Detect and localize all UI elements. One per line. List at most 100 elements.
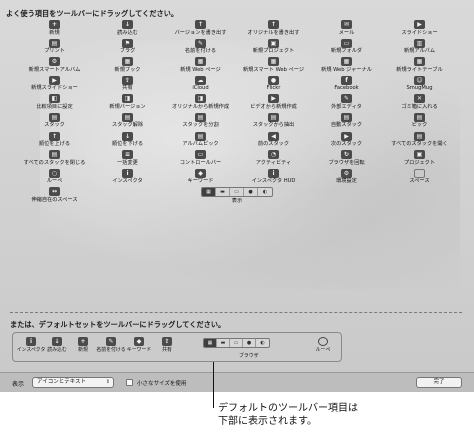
flickr-icon: ● — [268, 75, 279, 85]
split-view-icon[interactable]: ▭ — [230, 188, 244, 197]
toolbar-item[interactable]: ◀ 前のスタック — [237, 131, 310, 151]
toolbar-item[interactable]: ✕ ゴミ箱に入れる — [383, 94, 456, 113]
toolbar-item[interactable]: ▤ スタックから抽出 — [237, 112, 310, 132]
toolbar-item[interactable]: i インスペクタ HUD — [237, 168, 310, 188]
toolbar-item-label: 前のスタック — [257, 141, 290, 148]
faces-icon[interactable]: ● — [244, 188, 258, 197]
toolbar-item[interactable]: f Facebook — [310, 75, 383, 95]
toolbar-item[interactable]: ✉ メール — [310, 20, 383, 39]
toolbar-item[interactable]: ▦ 新規 Web ページ — [164, 57, 237, 76]
toolbar-item[interactable]: ◆ キーワード — [164, 168, 237, 188]
toolbar-item-label: 新規 Web ページ — [180, 66, 221, 73]
toolbar-item[interactable]: ▤ スタックを分割 — [164, 112, 237, 132]
toolbar-item[interactable]: ▭ コントロールバー — [164, 150, 237, 169]
toolbar-item[interactable]: ↓ 読み込む — [91, 20, 164, 39]
toolbar-item-label: オリジナルから新規作成 — [171, 103, 230, 110]
toolbar-item-label: ルーペ — [46, 178, 63, 185]
toolbar-item[interactable]: ◧ 比較項目に設定 — [18, 94, 91, 113]
toolbar-item[interactable]: ◨ オリジナルから新規作成 — [164, 94, 237, 113]
extract-stack-icon: ▤ — [268, 112, 279, 122]
view-segmented-control[interactable]: ▦ ▬ ▭ ● ◐ — [201, 187, 273, 198]
toolbar-item[interactable]: ↓ 順位を下げる — [91, 131, 164, 151]
export-version-icon: ↑ — [195, 20, 206, 29]
toolbar-item[interactable]: ⚙ 新規スマートアルバム — [18, 57, 91, 76]
split-view-icon: ▭ — [230, 339, 243, 347]
default-toolbar-item-label: インスペクタ — [16, 347, 46, 353]
places-icon[interactable]: ◐ — [258, 188, 272, 196]
toolbar-item[interactable]: ▤ アルバムピック — [164, 131, 237, 151]
toolbar-item-label: インスペクタ HUD — [251, 178, 296, 185]
inspector-hud-icon: i — [268, 168, 279, 178]
new-web-page-icon: ▦ — [195, 57, 206, 67]
toolbar-item-label: iCloud — [192, 85, 209, 92]
toolbar-item-label: アクティビティ — [255, 159, 292, 166]
toolbar-item[interactable]: ☁ iCloud — [164, 75, 237, 95]
default-toolbar-set[interactable]: i インスペクタ ↓ 読み込む + 新規 ✎ 名前を付ける ◆ キーワード ⇪ 共有 ▦ ▬ ▭ ● ◐ ブラウザ… — [12, 332, 342, 362]
toolbar-item-label: ブラウザを回転 — [328, 159, 365, 166]
toolbar-item-label: 新規プロジェクト — [252, 48, 295, 55]
loupe-icon: ○ — [49, 168, 60, 178]
toolbar-item[interactable]: ≡ 一括変更 — [91, 150, 164, 169]
inspector-icon: i — [122, 168, 133, 178]
browser-segmented-control: ▦ ▬ ▭ ● ◐ — [203, 338, 270, 348]
small-size-checkbox[interactable] — [126, 379, 133, 386]
toolbar-item-view[interactable]: ▦ ▬ ▭ ● ◐ 表示 — [164, 187, 310, 206]
toolbar-item[interactable]: ▶ ビデオから新規作成 — [237, 94, 310, 113]
toolbar-item[interactable]: ⚑ フラグ — [91, 38, 164, 58]
toolbar-item[interactable]: ▶ 次のスタック — [310, 131, 383, 151]
toolbar-item[interactable]: ◔ アクティビティ — [237, 150, 310, 169]
new-light-table-icon: ▦ — [414, 57, 425, 67]
slideshow-icon: ▶ — [414, 20, 425, 29]
set-compare-icon: ◧ — [49, 94, 60, 104]
done-button[interactable]: 完了 — [416, 377, 462, 388]
toolbar-item[interactable]: ✎ 外部エディタ — [310, 94, 383, 113]
toolbar-item[interactable]: ▦ 新規スマート Web ページ — [237, 57, 310, 76]
toolbar-item[interactable]: ▤ すべてのスタックを開く — [383, 131, 456, 151]
toolbar-item-label: フラグ — [119, 48, 136, 55]
toolbar-item[interactable]: スペース — [383, 168, 456, 188]
keyword-icon: ◆ — [134, 337, 144, 346]
toolbar-item[interactable]: ◨ 新規バージョン — [91, 94, 164, 113]
toolbar-item[interactable]: ▤ 自動スタック — [310, 112, 383, 132]
toolbar-item[interactable]: ▤ プリント — [18, 38, 91, 58]
toolbar-item[interactable]: ⚙ 環境設定 — [310, 168, 383, 188]
toolbar-item[interactable]: ▦ 新規ブック — [91, 57, 164, 76]
toolbar-item[interactable]: ↔ 伸縮自在のスペース — [18, 187, 91, 206]
toolbar-item[interactable]: ▦ 新規 Web ジャーナル — [310, 57, 383, 76]
toolbar-item[interactable]: ▣ プロジェクト — [383, 150, 456, 169]
toolbar-item[interactable]: ↑ バージョンを書き出す — [164, 20, 237, 39]
new-album-icon: ▥ — [414, 38, 425, 48]
toolbar-item-label: 共有 — [122, 85, 133, 92]
import-icon: ↓ — [52, 337, 62, 346]
toolbar-item[interactable]: ▭ 新規フォルダ — [310, 38, 383, 58]
toolbar-item-label: 環境設定 — [336, 178, 357, 185]
toolbar-item[interactable]: ▦ 新規ライトテーブル — [383, 57, 456, 76]
grid-view-icon[interactable]: ▦ — [202, 188, 216, 197]
toolbar-item[interactable]: ▤ ピック — [383, 112, 456, 132]
toolbar-item[interactable]: ▤ スタック — [18, 112, 91, 132]
toolbar-item[interactable]: ○ ルーペ — [18, 168, 91, 188]
toolbar-item[interactable]: ✎ 名前を付ける — [164, 38, 237, 58]
toolbar-item-label: 新規ブック — [114, 66, 141, 73]
toolbar-item[interactable]: ↑ オリジナルを書き出す — [237, 20, 310, 39]
promote-icon: ↑ — [49, 131, 60, 141]
toolbar-item[interactable]: ● Flickr — [237, 75, 310, 95]
toolbar-item[interactable]: ▶ 新規スライドショー — [18, 75, 91, 95]
toolbar-item[interactable]: ▤ すべてのスタックを閉じる — [18, 150, 91, 169]
default-toolbar-item-label: 新規 — [78, 347, 88, 353]
toolbar-item[interactable]: i インスペクタ — [91, 168, 164, 188]
browser-label: ブラウザ — [239, 353, 259, 359]
toolbar-item[interactable]: ↻ ブラウザを回転 — [310, 150, 383, 169]
toolbar-item[interactable]: + 新規 — [18, 20, 91, 39]
show-popup-menu[interactable]: アイコンとテキスト ⇕ — [32, 377, 114, 388]
toolbar-item[interactable]: ▣ 新規プロジェクト — [237, 38, 310, 58]
toolbar-item-label: ゴミ箱に入れる — [401, 103, 438, 110]
toolbar-item[interactable]: ▤ スタック解除 — [91, 112, 164, 132]
toolbar-item[interactable]: ☺ SmugMug — [383, 75, 456, 95]
projects-icon: ▣ — [414, 150, 425, 160]
viewer-icon[interactable]: ▬ — [216, 188, 230, 197]
toolbar-item[interactable]: ▥ 新規アルバム — [383, 38, 456, 58]
toolbar-item[interactable]: ▶ スライドショー — [383, 20, 456, 39]
toolbar-item[interactable]: ↑ 順位を上げる — [18, 131, 91, 151]
toolbar-item[interactable]: ⇪ 共有 — [91, 75, 164, 95]
